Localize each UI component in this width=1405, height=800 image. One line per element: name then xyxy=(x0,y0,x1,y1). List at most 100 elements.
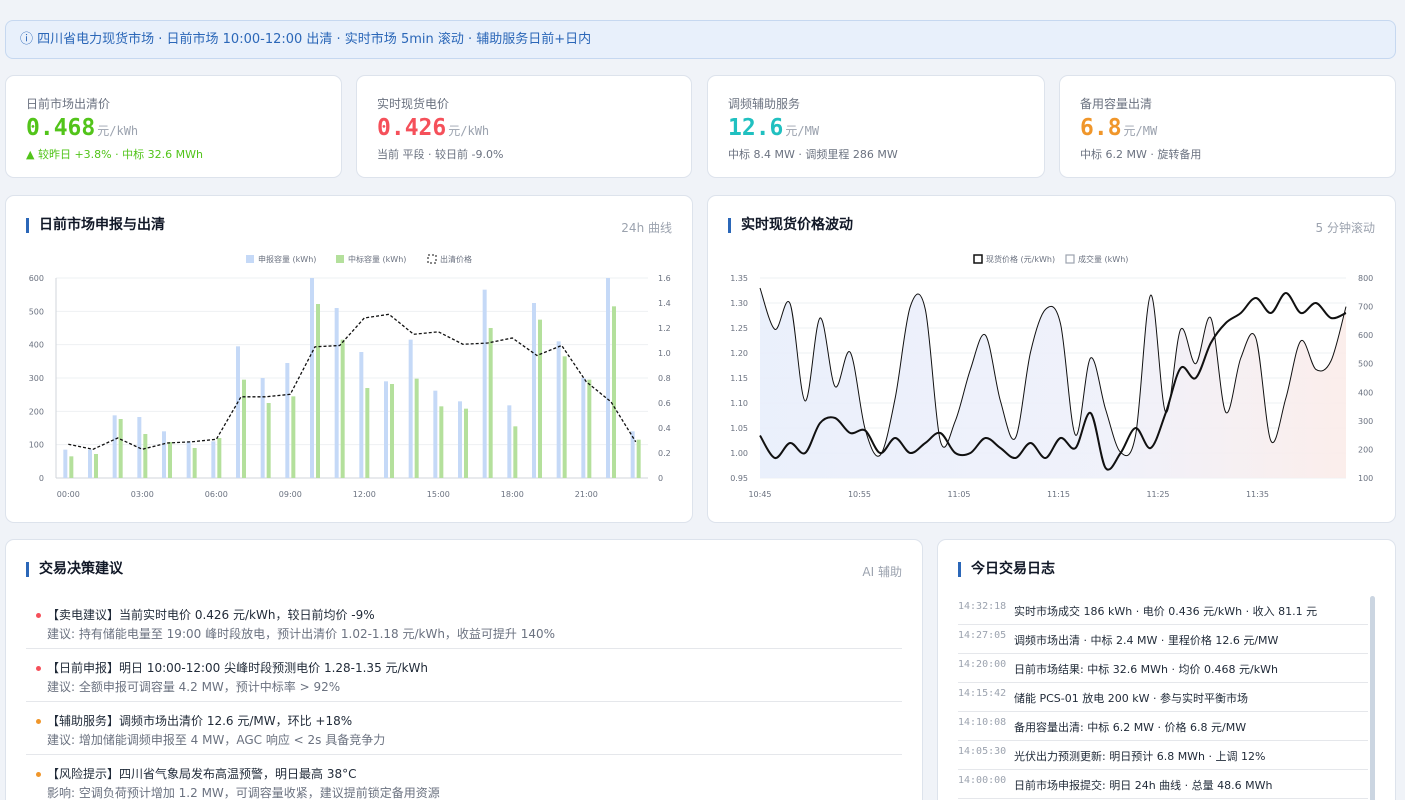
log-time: 14:15:42 xyxy=(958,688,1007,699)
bar-cleared-capacity xyxy=(488,328,493,478)
x-tick-label: 12:00 xyxy=(353,490,376,499)
advice-title: 【卖电建议】当前实时电价 0.426 元/kWh，较日前均价 -9% xyxy=(47,608,375,622)
advice-item[interactable]: 【辅助服务】调频市场出清价 12.6 元/MW，环比 +18% 建议: 增加储能… xyxy=(26,711,902,755)
advice-item[interactable]: 【日前申报】明日 10:00-12:00 尖峰时段预测电价 1.28-1.35 … xyxy=(26,658,902,702)
log-text: 储能 PCS-01 放电 200 kW · 参与实时平衡市场 xyxy=(1014,692,1248,705)
kpi-sub: 当前 平段 · 较日前 -9.0% xyxy=(377,148,504,161)
advice-detail: 建议: 全额申报可调容量 4.2 MW，预计中标率 > 92% xyxy=(47,680,341,694)
x-tick-label: 03:00 xyxy=(131,490,154,499)
bar-cleared-capacity xyxy=(414,378,419,478)
advice-detail: 影响: 空调负荷预计增加 1.2 MW，可调容量收紧，建议提前锁定备用资源 xyxy=(47,786,440,800)
log-text: 日前市场申报提交: 明日 24h 曲线 · 总量 48.6 MWh xyxy=(1014,779,1273,792)
bar-bid-capacity xyxy=(581,378,586,478)
kpi-value: 12.6 元/MW xyxy=(728,114,819,145)
advice-title: 【日前申报】明日 10:00-12:00 尖峰时段预测电价 1.28-1.35 … xyxy=(47,661,428,675)
dayahead-chart-panel: 日前市场申报与出清 24h 曲线 申报容量 (kWh) 中标容量 (kWh) 出清价… xyxy=(5,195,693,523)
bar-cleared-capacity xyxy=(143,434,148,478)
y-left-tick-label: 1.10 xyxy=(730,399,748,408)
y-right-tick-label: 300 xyxy=(1358,417,1373,426)
advice-item[interactable]: 【卖电建议】当前实时电价 0.426 元/kWh，较日前均价 -9% 建议: 持… xyxy=(26,605,902,649)
kpi-sub: ▲ 较昨日 +3.8% · 中标 32.6 MWh xyxy=(26,148,203,161)
advice-panel: 交易决策建议 AI 辅助 【卖电建议】当前实时电价 0.426 元/kWh，较日… xyxy=(5,539,923,800)
bar-cleared-capacity xyxy=(69,456,74,478)
panel-tag: AI 辅助 xyxy=(862,565,902,579)
warning-dot-icon xyxy=(36,719,41,724)
y-right-tick-label: 1.0 xyxy=(658,349,671,358)
y-left-tick-label: 1.15 xyxy=(730,374,748,383)
bar-cleared-capacity xyxy=(94,454,98,478)
log-time: 14:10:08 xyxy=(958,717,1007,728)
bar-cleared-capacity xyxy=(439,406,444,478)
log-row[interactable]: 14:15:42 储能 PCS-01 放电 200 kW · 参与实时平衡市场 xyxy=(958,683,1368,712)
y-right-tick-label: 500 xyxy=(1358,360,1373,369)
bar-bid-capacity xyxy=(285,363,290,478)
x-tick-label: 11:35 xyxy=(1246,490,1269,499)
legend-swatch xyxy=(427,254,437,264)
info-banner-text: ⓘ 四川省电力现货市场 · 日前市场 10:00-12:00 出清 · 实时市场… xyxy=(20,32,592,47)
legend-label: 中标容量 (kWh) xyxy=(348,254,406,264)
x-tick-label: 10:55 xyxy=(848,490,871,499)
log-row[interactable]: 14:32:18 实时市场成交 186 kWh · 电价 0.436 元/kWh … xyxy=(958,596,1368,625)
bar-cleared-capacity xyxy=(365,388,370,478)
bar-bid-capacity xyxy=(384,381,388,478)
log-row[interactable]: 14:00:00 日前市场申报提交: 明日 24h 曲线 · 总量 48.6 MW… xyxy=(958,770,1368,799)
bar-bid-capacity xyxy=(186,441,191,478)
kpi-value: 0.426 元/kWh xyxy=(377,114,489,145)
legend-label: 出清价格 xyxy=(440,254,472,264)
kpi-unit: 元/MW xyxy=(1123,124,1158,138)
panel-title: 今日交易日志 xyxy=(958,562,1055,577)
kpi-card-reserve-capacity: 备用容量出清 6.8 元/MW 中标 6.2 MW · 旋转备用 xyxy=(1059,75,1396,178)
y-left-tick-label: 500 xyxy=(29,307,44,316)
bar-cleared-capacity xyxy=(513,426,518,478)
y-right-tick-label: 700 xyxy=(1358,303,1373,312)
y-right-tick-label: 100 xyxy=(1358,474,1373,483)
log-row[interactable]: 14:05:30 光伏出力预测更新: 明日预计 6.8 MWh · 上调 12% xyxy=(958,741,1368,770)
bar-bid-capacity xyxy=(359,352,364,478)
log-time: 14:32:18 xyxy=(958,601,1007,612)
bar-bid-capacity xyxy=(433,390,438,478)
bar-cleared-capacity xyxy=(390,384,394,478)
bar-cleared-capacity xyxy=(636,439,641,478)
kpi-value-number: 0.468 xyxy=(26,115,96,141)
log-row[interactable]: 14:10:08 备用容量出清: 中标 6.2 MW · 价格 6.8 元/MW xyxy=(958,712,1368,741)
y-left-tick-label: 100 xyxy=(29,441,44,450)
alert-dot-icon xyxy=(36,666,41,671)
y-left-tick-label: 0.95 xyxy=(730,474,748,483)
advice-item[interactable]: 【风险提示】四川省气象局发布高温预警，明日最高 38°C 影响: 空调负荷预计增… xyxy=(26,764,902,800)
bar-bid-capacity xyxy=(532,303,536,478)
log-row[interactable]: 14:27:05 调频市场出清 · 中标 2.4 MW · 里程价格 12.6 元… xyxy=(958,625,1368,654)
log-row[interactable]: 14:20:00 日前市场结果: 中标 32.6 MWh · 均价 0.468 元… xyxy=(958,654,1368,683)
kpi-value: 0.468 元/kWh xyxy=(26,114,138,145)
warning-dot-icon xyxy=(36,772,41,777)
y-left-tick-label: 300 xyxy=(29,374,44,383)
bar-bid-capacity xyxy=(334,308,339,478)
kpi-unit: 元/kWh xyxy=(448,124,490,138)
bar-bid-capacity xyxy=(482,289,487,478)
kpi-card-frequency-regulation: 调频辅助服务 12.6 元/MW 中标 8.4 MW · 调频里程 286 MW xyxy=(707,75,1045,178)
bar-cleared-capacity xyxy=(168,442,172,478)
bar-cleared-capacity xyxy=(217,438,222,478)
y-left-tick-label: 1.05 xyxy=(730,424,748,433)
y-right-tick-label: 1.4 xyxy=(658,299,671,308)
log-scrollbar[interactable] xyxy=(1370,596,1375,800)
y-left-tick-label: 600 xyxy=(29,274,44,283)
advice-title: 【辅助服务】调频市场出清价 12.6 元/MW，环比 +18% xyxy=(47,714,353,728)
bar-cleared-capacity xyxy=(316,304,320,478)
bar-bid-capacity xyxy=(408,339,413,478)
kpi-value-number: 6.8 xyxy=(1080,115,1122,141)
y-left-tick-label: 1.30 xyxy=(730,299,748,308)
legend-label: 成交量 (kWh) xyxy=(1078,254,1128,264)
bar-bid-capacity xyxy=(310,278,314,478)
bar-bid-capacity xyxy=(458,401,462,478)
bar-bid-capacity xyxy=(88,449,92,478)
y-right-tick-label: 0.2 xyxy=(658,449,671,458)
info-banner: ⓘ 四川省电力现货市场 · 日前市场 10:00-12:00 出清 · 实时市场… xyxy=(5,20,1396,59)
y-right-tick-label: 0 xyxy=(658,474,663,483)
advice-detail: 建议: 持有储能电量至 19:00 峰时段放电，预计出清价 1.02-1.18 … xyxy=(47,627,556,641)
bar-bid-capacity xyxy=(112,415,117,478)
y-left-tick-label: 400 xyxy=(29,341,44,350)
x-tick-label: 10:45 xyxy=(748,490,771,499)
log-text: 备用容量出清: 中标 6.2 MW · 价格 6.8 元/MW xyxy=(1014,721,1247,734)
x-tick-label: 09:00 xyxy=(279,490,302,499)
kpi-unit: 元/kWh xyxy=(97,124,139,138)
